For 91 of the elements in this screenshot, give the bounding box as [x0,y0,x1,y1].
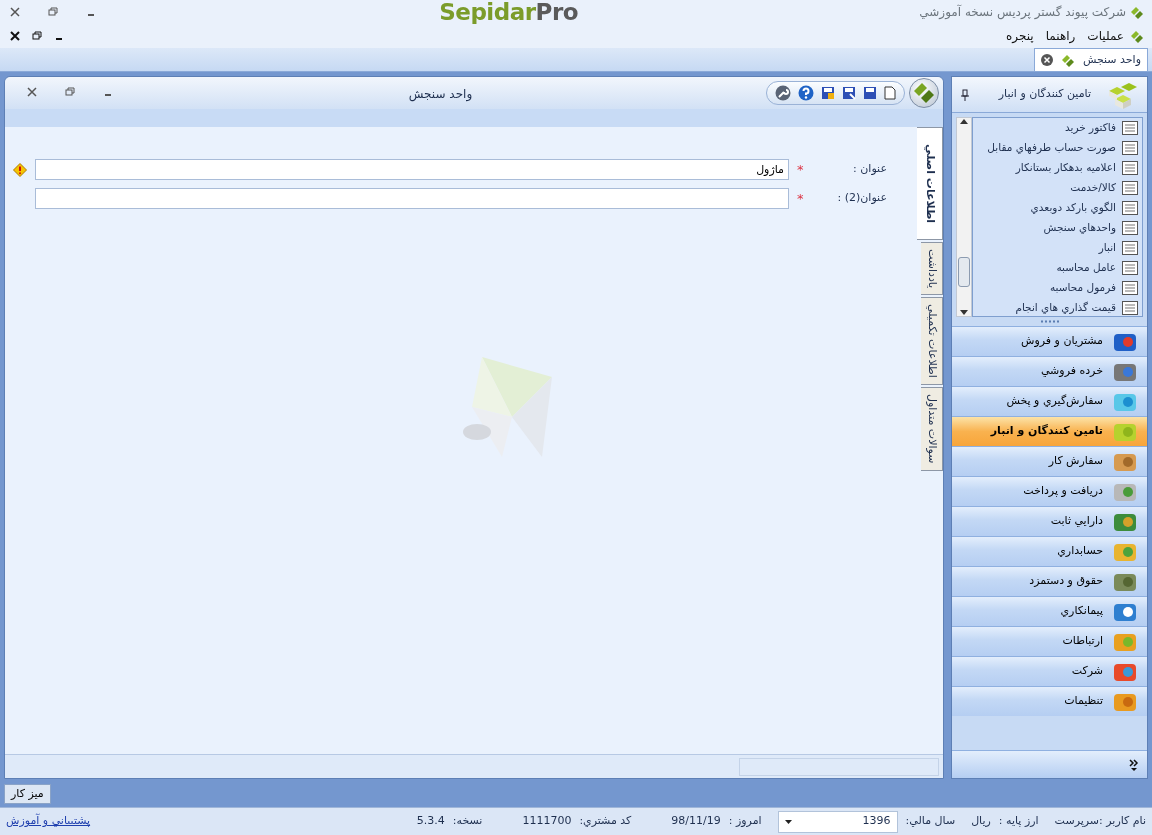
field-label: عنوان(2) : [837,190,887,207]
list-icon [1122,181,1138,195]
pin-icon[interactable] [960,88,970,101]
close-icon[interactable] [25,85,39,99]
navigator-item[interactable]: عامل محاسبه [973,258,1142,278]
cubes-icon [1107,80,1139,109]
module-button[interactable]: ارتباطات [952,626,1147,656]
app-logo-icon [1130,28,1144,44]
wrench-icon[interactable] [775,85,791,101]
leaf-icon [912,81,936,105]
save-new-icon[interactable] [842,86,856,100]
module-button[interactable]: شركت [952,656,1147,686]
menu-item[interactable]: پنجره [1000,27,1040,45]
close-icon[interactable] [8,29,22,43]
status-label: كد مشتري: [579,813,632,830]
navigator-item[interactable]: انبار [973,238,1142,258]
text-field[interactable]: ماژول [35,159,789,180]
side-tab[interactable]: يادداشت [921,242,943,296]
scrollbar[interactable] [956,117,972,317]
list-icon [1122,141,1138,155]
module-button[interactable]: حقوق و دستمزد [952,566,1147,596]
navigator-item[interactable]: صورت حساب طرفهاي مقابل [973,138,1142,158]
leaf-icon [1060,52,1075,68]
scrollbar-thumb[interactable] [958,257,970,287]
app-logo-icon [1130,4,1144,20]
module-button[interactable]: سفارش‌گيري و پخش [952,386,1147,416]
list-icon [1122,261,1138,275]
status-label: ارز پايه : [998,813,1039,830]
side-tab[interactable]: سوالات متداول [921,387,943,471]
caret-icon [784,819,792,824]
status-value: 1111700 [522,813,572,830]
menu-item[interactable]: راهنما [1039,27,1082,45]
navigator-item[interactable]: اعلاميه بدهكار بستانكار [973,158,1142,178]
side-tab[interactable]: اطلاعات اصلي [917,127,943,241]
module-button[interactable]: خرده فروشي [952,356,1147,386]
list-icon [1122,241,1138,255]
status-value: 98/11/19 [671,813,721,830]
navigator-title: تامين کنندگان و انبار [997,86,1091,103]
status-value: ريال [971,813,991,830]
list-icon [1122,301,1138,315]
save-close-icon[interactable] [821,86,835,100]
navigator-item[interactable]: قيمت گذاري هاي انجام [973,298,1142,316]
navigator-item[interactable]: فرمول محاسبه [973,278,1142,298]
side-tab[interactable]: اطلاعات تكميلي [921,297,943,386]
chevron-icon[interactable] [1129,758,1139,771]
user-info: نام كاربر :سرپرست [1054,813,1146,830]
scroll-down-icon[interactable] [960,310,968,316]
status-label: نسخه: [452,813,483,830]
product-logo: SepidarPro [439,0,579,27]
field-label: عنوان : [853,161,887,178]
scroll-up-icon[interactable] [960,118,968,124]
navigator-item[interactable]: فاكتور خريد [973,118,1142,138]
form-window-title: واحد سنجش [407,86,474,103]
menu-item[interactable]: عمليات [1081,27,1130,45]
list-icon [1122,281,1138,295]
navigator-item[interactable]: الگوي باركد دوبعدي [973,198,1142,218]
text-field[interactable] [35,188,789,209]
module-button[interactable]: مشتريان و فروش [952,326,1147,356]
status-label: امروز : [728,813,762,830]
module-button[interactable]: دارايي ثابت [952,506,1147,536]
list-icon [1122,221,1138,235]
close-icon[interactable] [1040,54,1053,66]
support-link[interactable]: پشتيباني و آموزش [6,813,91,830]
required-mark: * [797,160,804,179]
status-value: 5.3.4 [416,813,445,830]
save-icon[interactable] [863,86,877,100]
navigator-item[interactable]: واحدهاي سنجش [973,218,1142,238]
required-mark: * [797,189,804,208]
module-button[interactable]: پيمانكاري [952,596,1147,626]
list-icon [1122,201,1138,215]
restore-icon[interactable] [30,29,44,43]
module-button[interactable]: دريافت و پرداخت [952,476,1147,506]
restore-icon[interactable] [63,85,77,99]
window-title: شرکت پیوند گستر پردیس نسخه آموزشي [919,3,1126,21]
logo-button[interactable] [909,78,939,108]
splitter-grip-icon[interactable] [1039,320,1060,323]
status-label: سال مالي: [905,813,956,830]
module-button[interactable]: تامين کنندگان و انبار [952,416,1147,446]
fiscal-year-dropdown[interactable]: 1396 [777,810,898,833]
module-button[interactable]: سفارش كار [952,446,1147,476]
module-button[interactable]: تنظيمات [952,686,1147,716]
list-icon [1122,121,1138,135]
new-document-icon[interactable] [884,86,896,100]
list-icon [1122,161,1138,175]
restore-icon[interactable] [46,5,60,19]
close-icon[interactable] [8,5,22,19]
module-button[interactable]: حسابداري [952,536,1147,566]
navigator-item[interactable]: كالا/خدمت [973,178,1142,198]
desktop-button[interactable]: ميز كار [4,784,51,804]
document-tab[interactable]: واحد سنجش [1033,48,1148,71]
help-icon[interactable] [798,85,814,101]
